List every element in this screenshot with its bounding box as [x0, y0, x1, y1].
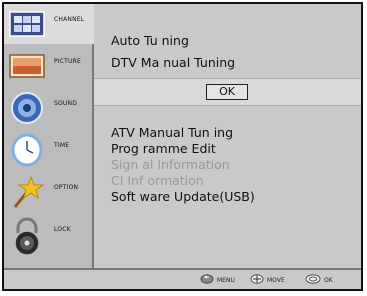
sidebar-item-label: CHANNEL	[54, 16, 85, 23]
sidebar-item-label: LOCK	[54, 226, 71, 233]
menu-item-auto-tuning[interactable]: Auto Tu ning	[111, 33, 189, 48]
menu-item-dtv-manual-tuning[interactable]: DTV Ma nual Tuning	[111, 55, 235, 70]
menu-item-signal-information: Sign al Information	[111, 157, 230, 172]
ok-button[interactable]: OK	[206, 84, 248, 100]
ok-key-icon	[305, 274, 321, 286]
sidebar: CHANNEL PICTURE SOUND TIME OPTION LOCK	[4, 4, 94, 270]
ok-hint-label: OK	[324, 276, 333, 284]
sidebar-item-label: OPTION	[54, 184, 79, 191]
sidebar-item-channel[interactable]: CHANNEL	[4, 4, 94, 44]
selected-row-band: OK	[94, 78, 361, 106]
tv-osd-menu: CHANNEL PICTURE SOUND TIME OPTION LOCK A…	[2, 2, 363, 291]
back-arrow-icon	[200, 274, 214, 286]
menu-item-programme-edit[interactable]: Prog ramme Edit	[111, 141, 216, 156]
picture-icon	[7, 49, 47, 83]
menu-item-atv-manual-tuning[interactable]: ATV Manual Tun ing	[111, 125, 233, 140]
sidebar-item-lock[interactable]: LOCK	[4, 214, 92, 256]
sidebar-item-time[interactable]: TIME	[4, 130, 92, 170]
footer-hint-bar: MENU MOVE OK	[4, 268, 361, 289]
option-star-icon	[7, 175, 47, 209]
dpad-move-icon	[250, 274, 264, 286]
tv-channel-icon	[7, 7, 47, 41]
menu-item-software-update[interactable]: Soft ware Update(USB)	[111, 189, 255, 204]
ok-hint: OK	[305, 274, 333, 286]
sidebar-item-label: SOUND	[54, 100, 78, 107]
clock-icon	[7, 133, 47, 167]
sidebar-item-option[interactable]: OPTION	[4, 172, 92, 212]
sidebar-item-label: TIME	[54, 142, 70, 149]
sound-icon	[7, 91, 47, 125]
menu-item-ci-information: CI Inf ormation	[111, 173, 204, 188]
menu-hint: MENU	[200, 274, 235, 286]
lock-icon	[7, 217, 47, 256]
sidebar-item-sound[interactable]: SOUND	[4, 88, 92, 128]
channel-menu: Auto Tu ning DTV Ma nual Tuning OK ATV M…	[94, 4, 361, 270]
sidebar-item-picture[interactable]: PICTURE	[4, 46, 92, 86]
sidebar-item-label: PICTURE	[54, 58, 81, 65]
menu-hint-label: MENU	[217, 276, 235, 284]
move-hint: MOVE	[250, 274, 285, 286]
move-hint-label: MOVE	[267, 276, 285, 284]
